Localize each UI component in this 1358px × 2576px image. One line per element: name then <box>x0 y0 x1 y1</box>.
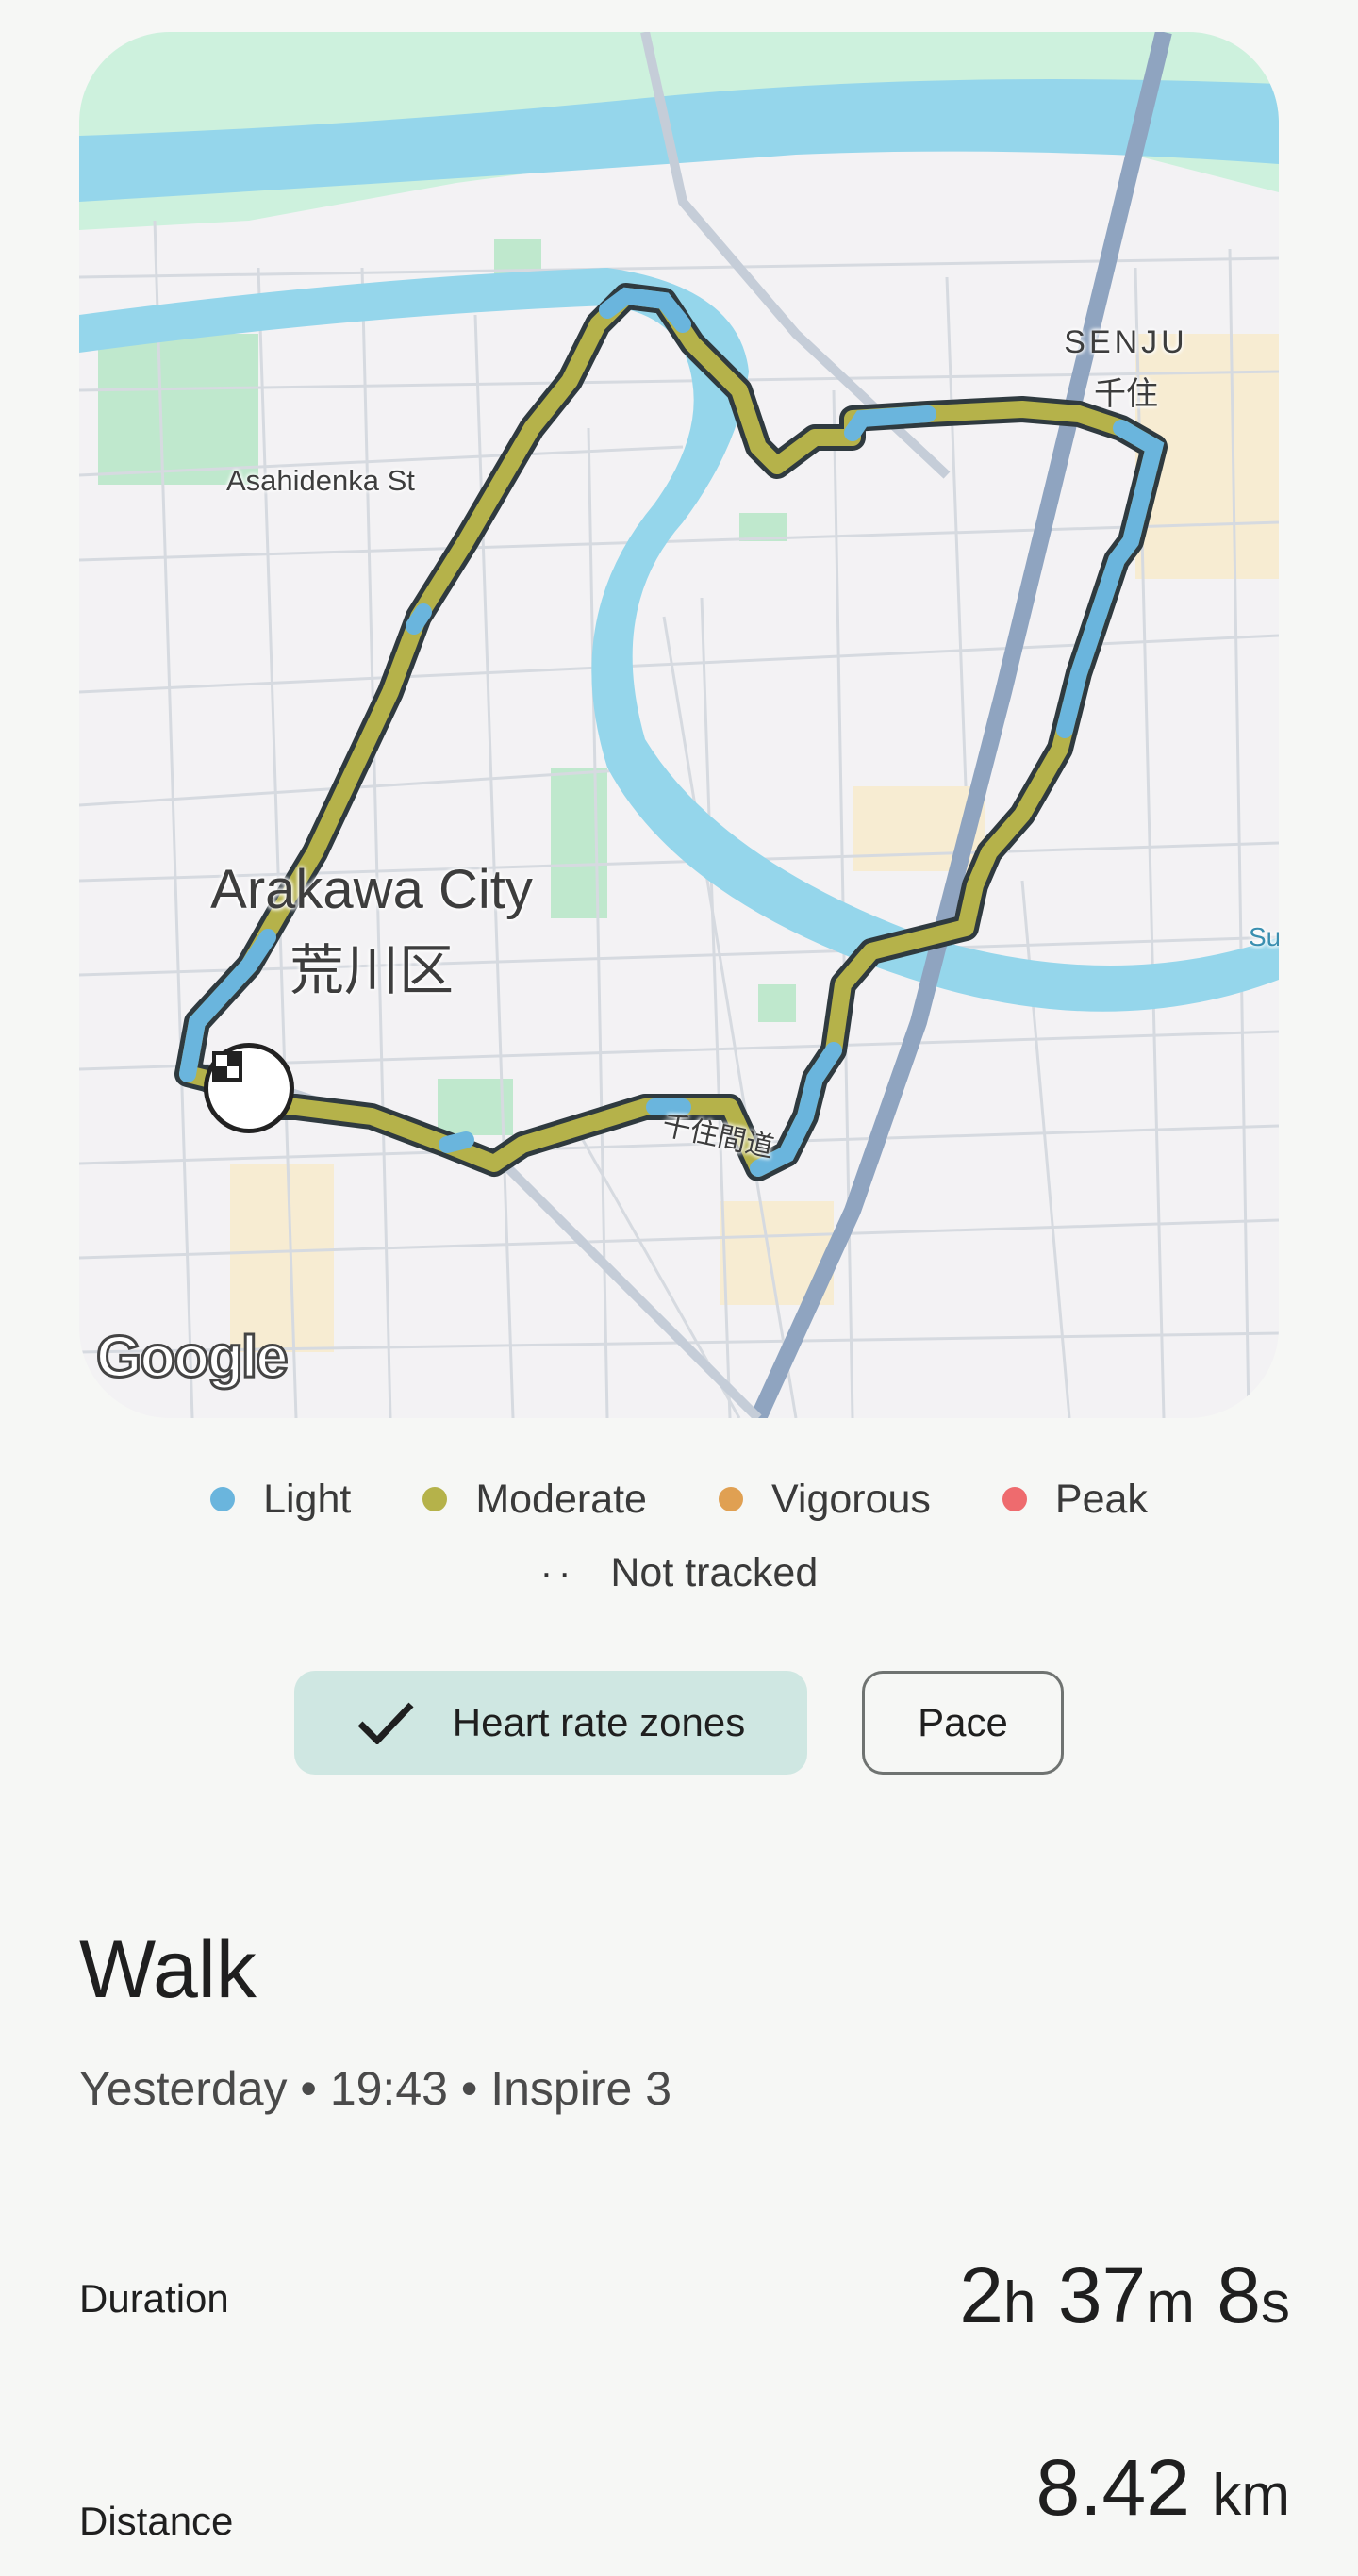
activity-title: Walk <box>79 1924 257 2015</box>
map-canvas <box>79 32 1279 1418</box>
distance-value: 8.42 km <box>1035 2443 1291 2532</box>
dotted-line-icon: ·· <box>539 1551 577 1593</box>
edge-label: Su <box>1249 922 1279 951</box>
route-map[interactable]: Asahidenka St Arakawa City 荒川区 SENJU 千住 … <box>79 32 1279 1418</box>
pace-toggle[interactable]: Pace <box>862 1671 1064 1775</box>
google-attribution: Google <box>95 1324 290 1392</box>
duration-label: Duration <box>79 2276 229 2320</box>
legend-item-light: Light <box>210 1477 351 1523</box>
legend-item-peak: Peak <box>1002 1477 1148 1523</box>
check-icon <box>357 1702 414 1744</box>
duration-value: 2h 37m 8s <box>959 2251 1290 2339</box>
light-dot-icon <box>210 1487 236 1511</box>
senju-label-ja: 千住 <box>1094 376 1158 412</box>
legend-item-moderate: Moderate <box>422 1477 647 1523</box>
vigorous-dot-icon <box>718 1487 743 1511</box>
heart-rate-zones-label: Heart rate zones <box>452 1700 746 1744</box>
senju-label-en: SENJU <box>1064 324 1188 360</box>
heart-rate-zones-toggle[interactable]: Heart rate zones <box>294 1671 807 1775</box>
activity-subtitle: Yesterday • 19:43 • Inspire 3 <box>79 2062 672 2115</box>
district-label-en: Arakawa City <box>210 859 533 920</box>
start-marker[interactable] <box>204 1043 294 1133</box>
street-label: Asahidenka St <box>226 464 415 497</box>
heart-rate-legend: Light Moderate Vigorous Peak ·· Not trac… <box>0 1471 1358 1601</box>
legend-item-vigorous: Vigorous <box>718 1477 931 1523</box>
moderate-dot-icon <box>422 1487 448 1511</box>
legend-item-not-tracked: ·· Not tracked <box>539 1549 819 1595</box>
finish-flag-icon <box>212 1051 242 1082</box>
distance-label: Distance <box>79 2499 234 2543</box>
district-label-ja: 荒川区 <box>289 940 454 1001</box>
peak-dot-icon <box>1002 1487 1027 1511</box>
pace-label: Pace <box>918 1700 1008 1744</box>
